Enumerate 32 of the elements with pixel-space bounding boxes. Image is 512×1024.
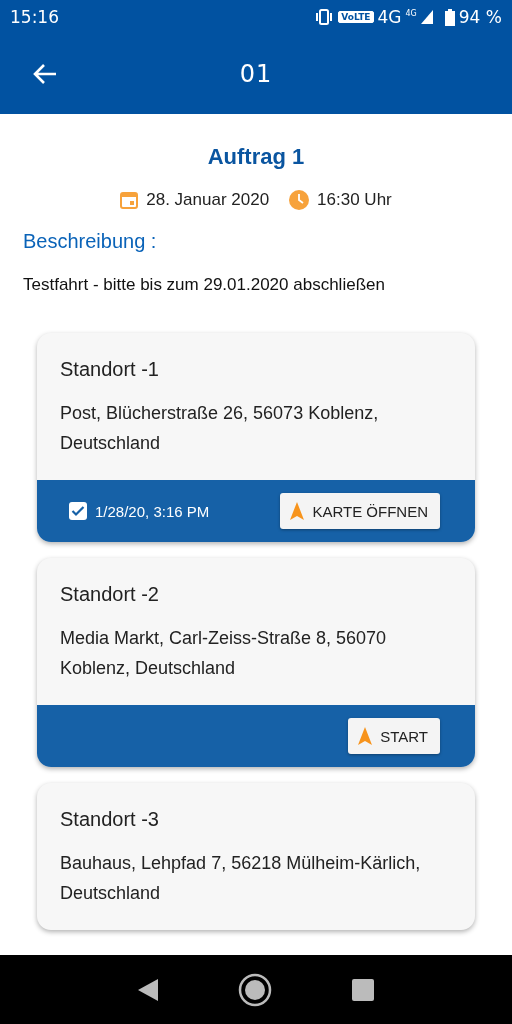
location-title: Standort -1 [60,358,159,380]
recents-nav-icon[interactable] [352,978,374,1001]
order-title: Auftrag 1 [207,144,305,169]
order-time: 16:30 Uhr [317,190,392,210]
location-address: Media Markt, Carl-Zeiss-Straße 8, 56070 Koblenz, Deutschland [60,628,387,678]
navigation-icon [290,502,305,520]
location-address: Post, Blücherstraße 26, 56073 Koblenz, Deutschland [60,403,379,453]
app-bar-title: 01 [239,60,273,88]
signal-icon [420,10,433,24]
description-text: Testfahrt - bitte bis zum 29.01.2020 abschließen [23,275,385,294]
home-nav-icon[interactable] [238,972,272,1007]
order-date: 28. Januar 2020 [146,190,270,210]
battery-percent: 94 % [458,7,502,27]
location-title: Standort -2 [60,583,159,605]
navigation-icon [358,727,373,745]
calendar-icon [120,191,139,209]
description-label: Beschreibung : [23,230,157,252]
battery-icon [444,8,455,26]
completed-time: 1/28/20, 3:16 PM [95,502,210,520]
map-button[interactable]: KARTE ÖFFNEN [280,493,440,529]
location-title: Standort -3 [60,808,159,830]
network-small-label: 4G [405,9,417,18]
back-button[interactable] [32,63,58,85]
checkbox[interactable] [69,502,87,520]
network-label: 4G [377,7,402,27]
back-nav-icon[interactable] [138,978,158,1001]
location-address: Bauhaus, Lehpfad 7, 56218 Mülheim-Kärlich, Deutschland [60,853,421,903]
clock-icon [289,190,310,210]
vibrate-icon [314,9,335,25]
status-time: 15:16 [10,7,59,27]
map-button[interactable]: START [348,718,440,754]
volte-label: VoLTE [338,11,374,23]
